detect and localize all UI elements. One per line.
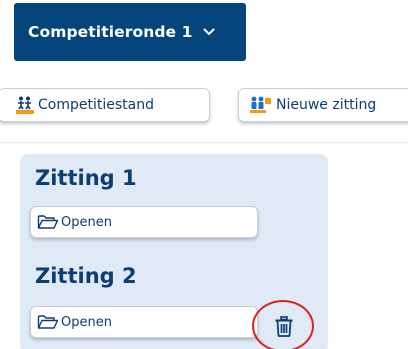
round-selector-label: Competitieronde 1 [28, 23, 193, 41]
open-session-button[interactable]: Openen [30, 206, 258, 238]
open-session-label: Openen [61, 314, 112, 330]
highlight-ring [252, 300, 314, 349]
session-title: Zitting 2 [35, 264, 137, 288]
chevron-down-icon [203, 28, 215, 36]
open-session-button[interactable]: Openen [30, 306, 258, 338]
standings-button[interactable]: Competitiestand [0, 88, 210, 122]
group-add-icon [249, 95, 273, 115]
open-session-label: Openen [61, 214, 112, 230]
new-session-button[interactable]: Nieuwe zitting [238, 88, 408, 122]
standings-podium-icon [15, 95, 35, 115]
session-title: Zitting 1 [35, 166, 137, 190]
toolbar-divider [0, 142, 408, 143]
folder-open-icon [37, 314, 59, 330]
new-session-label: Nieuwe zitting [276, 97, 377, 113]
standings-label: Competitiestand [38, 97, 154, 113]
folder-open-icon [37, 214, 59, 230]
round-selector-dropdown[interactable]: Competitieronde 1 [14, 3, 246, 61]
